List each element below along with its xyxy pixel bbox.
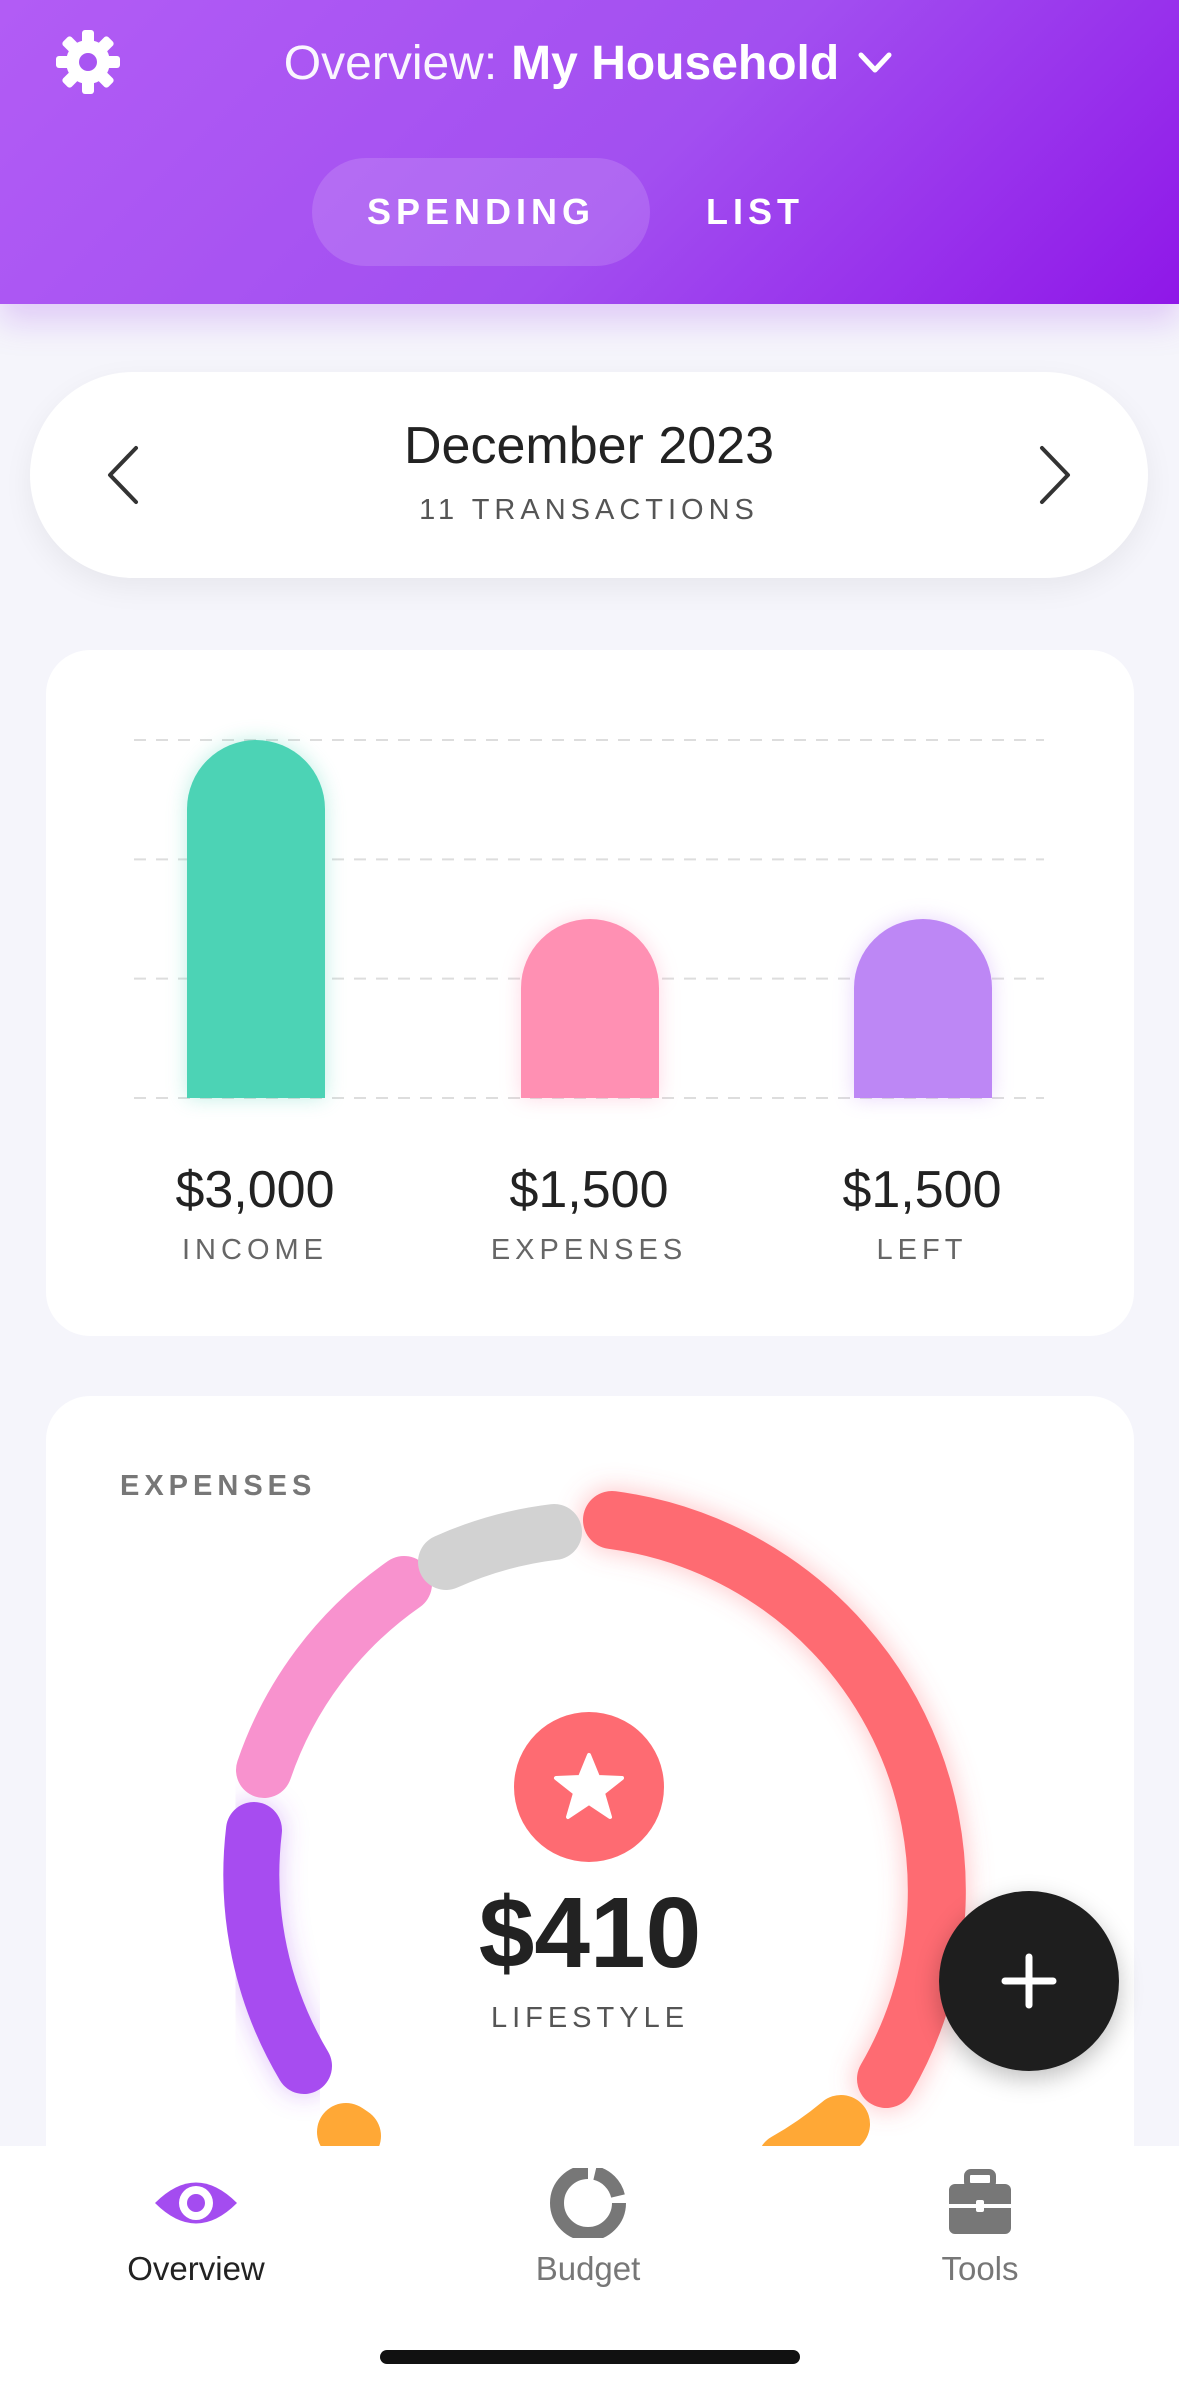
plus-icon xyxy=(1001,1953,1057,2009)
donut-segment-pink[interactable] xyxy=(236,1556,432,1798)
tab-spending[interactable]: SPENDING xyxy=(312,158,650,266)
month-title: December 2023 xyxy=(404,417,774,475)
donut-segment-orange-left[interactable] xyxy=(317,2103,381,2156)
income-value: $3,000 xyxy=(175,1161,335,1219)
chevron-down-icon xyxy=(858,52,892,73)
bar-left[interactable] xyxy=(854,919,992,1098)
category-icon xyxy=(514,1712,664,1862)
header: Overview: My Household SPENDING LIST xyxy=(0,0,1179,304)
donut-chart-icon xyxy=(550,2168,626,2238)
nav-label-overview: Overview xyxy=(127,2250,265,2287)
donut-segment-gray[interactable] xyxy=(418,1504,582,1590)
app-screen: Overview: My Household SPENDING LIST Dec… xyxy=(0,0,1179,2396)
home-indicator xyxy=(380,2350,800,2364)
expenses-label: EXPENSES xyxy=(490,1234,688,1266)
nav-item-budget[interactable]: Budget xyxy=(458,2168,718,2318)
nav-label-tools: Tools xyxy=(941,2250,1019,2287)
transaction-count: 11 TRANSACTIONS xyxy=(419,494,759,526)
household-name: My Household xyxy=(511,36,840,90)
left-label: LEFT xyxy=(876,1234,968,1266)
tab-list[interactable]: LIST xyxy=(680,158,830,266)
star-icon xyxy=(554,1753,624,1819)
eye-icon xyxy=(155,2182,237,2224)
bar-expenses[interactable] xyxy=(521,919,659,1098)
summary-card: $3,000 INCOME $1,500 EXPENSES $1,500 LEF… xyxy=(46,650,1134,1336)
nav-label-budget: Budget xyxy=(535,2250,641,2287)
left-value: $1,500 xyxy=(842,1161,1002,1219)
briefcase-icon xyxy=(949,2169,1011,2234)
title-prefix: Overview: xyxy=(283,36,498,90)
income-label: INCOME xyxy=(182,1234,328,1266)
next-month-button[interactable] xyxy=(1030,442,1078,508)
household-selector[interactable]: Overview: My Household xyxy=(0,28,1179,98)
summary-bar-chart xyxy=(134,739,1044,1099)
nav-item-overview[interactable]: Overview xyxy=(66,2168,326,2318)
month-selector: December 2023 11 TRANSACTIONS xyxy=(30,372,1148,578)
add-transaction-button[interactable] xyxy=(939,1891,1119,2071)
bar-income[interactable] xyxy=(187,740,325,1098)
expenses-value: $1,500 xyxy=(509,1161,669,1219)
nav-item-tools[interactable]: Tools xyxy=(850,2168,1110,2318)
